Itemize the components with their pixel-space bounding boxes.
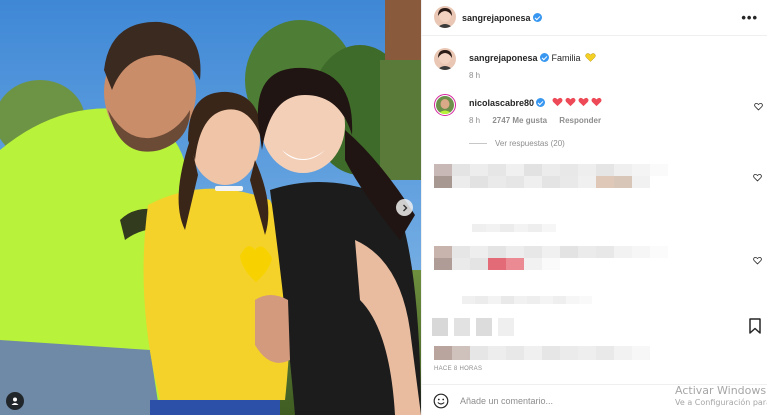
caption-time: 8 h <box>469 71 481 80</box>
comment-input[interactable] <box>460 394 640 408</box>
next-photo-button[interactable] <box>396 199 413 216</box>
blurred-comment <box>434 246 686 270</box>
blurred-comment-meta <box>472 224 556 232</box>
commenter-avatar[interactable] <box>434 94 456 116</box>
tagged-users-button[interactable] <box>6 392 24 410</box>
red-heart-emoji <box>591 97 602 107</box>
caption-username[interactable]: sangrejaponesa <box>469 53 538 63</box>
post-timestamp: HACE 8 HORAS <box>434 366 483 372</box>
view-replies-button[interactable]: Ver respuestas (20) <box>469 139 565 148</box>
caption-author-avatar[interactable] <box>434 48 456 70</box>
blurred-action-icons <box>432 318 514 336</box>
reply-button[interactable]: Responder <box>559 116 601 125</box>
post-photo <box>0 0 421 415</box>
blurred-comment <box>434 164 686 188</box>
smiley-icon[interactable] <box>433 393 449 409</box>
chevron-right-icon <box>402 204 407 211</box>
more-options-button[interactable]: ••• <box>741 10 758 25</box>
family-photo-image <box>0 0 421 415</box>
post-sidebar: sangrejaponesa ••• sangrejaponesa Familia… <box>421 0 767 415</box>
blurred-comment-meta <box>462 296 592 304</box>
post-action-bar <box>422 318 767 338</box>
comment-meta: 8 h 2747 Me gusta Responder <box>469 116 611 125</box>
replies-divider <box>469 143 487 145</box>
blurred-likes-summary <box>434 346 686 360</box>
comment-likes[interactable]: 2747 Me gusta <box>492 116 547 125</box>
commenter-username[interactable]: nicolascabre80 <box>469 98 534 108</box>
verified-badge-icon <box>532 13 542 22</box>
author-avatar[interactable] <box>434 6 456 28</box>
verified-badge-icon <box>536 98 546 107</box>
red-heart-emoji <box>552 97 563 107</box>
view-replies-label: Ver respuestas (20) <box>495 139 565 148</box>
author-username[interactable]: sangrejaponesa <box>462 13 531 23</box>
verified-badge-icon <box>539 53 549 62</box>
bookmark-icon[interactable] <box>748 318 762 334</box>
yellow-heart-emoji <box>585 53 596 62</box>
heart-outline-icon[interactable] <box>753 256 762 265</box>
heart-outline-icon[interactable] <box>754 102 763 111</box>
red-heart-emoji <box>565 97 576 107</box>
post-header: sangrejaponesa ••• <box>422 0 767 36</box>
red-heart-emoji <box>578 97 589 107</box>
heart-outline-icon[interactable] <box>753 173 762 182</box>
more-horizontal-icon: ••• <box>741 10 758 25</box>
caption-text: Familia <box>551 53 581 63</box>
comment-emoji-hearts <box>552 97 602 107</box>
user-tag-icon <box>11 397 19 405</box>
comment-time: 8 h <box>469 116 481 125</box>
add-comment-bar <box>422 384 767 415</box>
